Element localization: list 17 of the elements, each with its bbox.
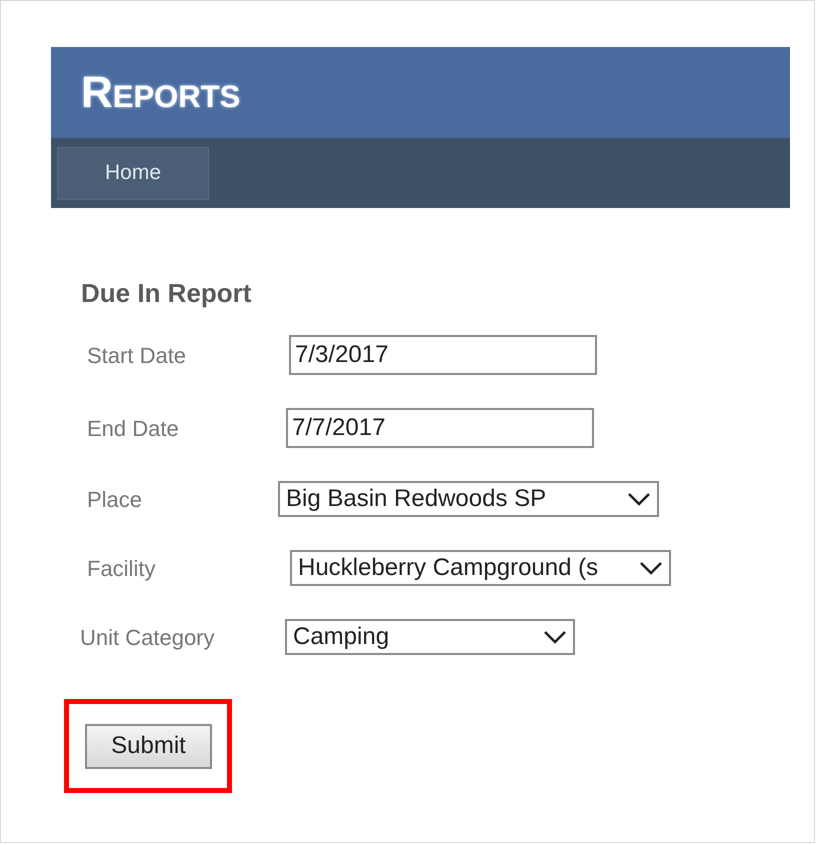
page-title: Reports — [81, 66, 240, 118]
field-label: Place — [87, 486, 144, 514]
dropdown[interactable]: Camping — [285, 619, 575, 655]
date-field[interactable]: 7/3/2017 — [289, 335, 597, 375]
dropdown[interactable]: Big Basin Redwoods SP — [278, 481, 659, 517]
chevron-down-icon — [543, 630, 567, 644]
date-field[interactable]: 7/7/2017 — [286, 408, 594, 448]
chevron-down-icon — [627, 492, 651, 506]
dropdown[interactable]: Huckleberry Campground (s — [290, 550, 671, 586]
nav-tab[interactable]: Home — [57, 146, 209, 200]
field-label: Start Date — [87, 342, 188, 370]
field-label: Unit Category — [80, 624, 216, 652]
submit-button[interactable]: Submit — [85, 724, 212, 768]
field-label: End Date — [87, 414, 180, 442]
report-title: Due In Report — [81, 277, 252, 310]
chevron-down-icon — [639, 561, 663, 575]
field-label: Facility — [87, 554, 156, 583]
